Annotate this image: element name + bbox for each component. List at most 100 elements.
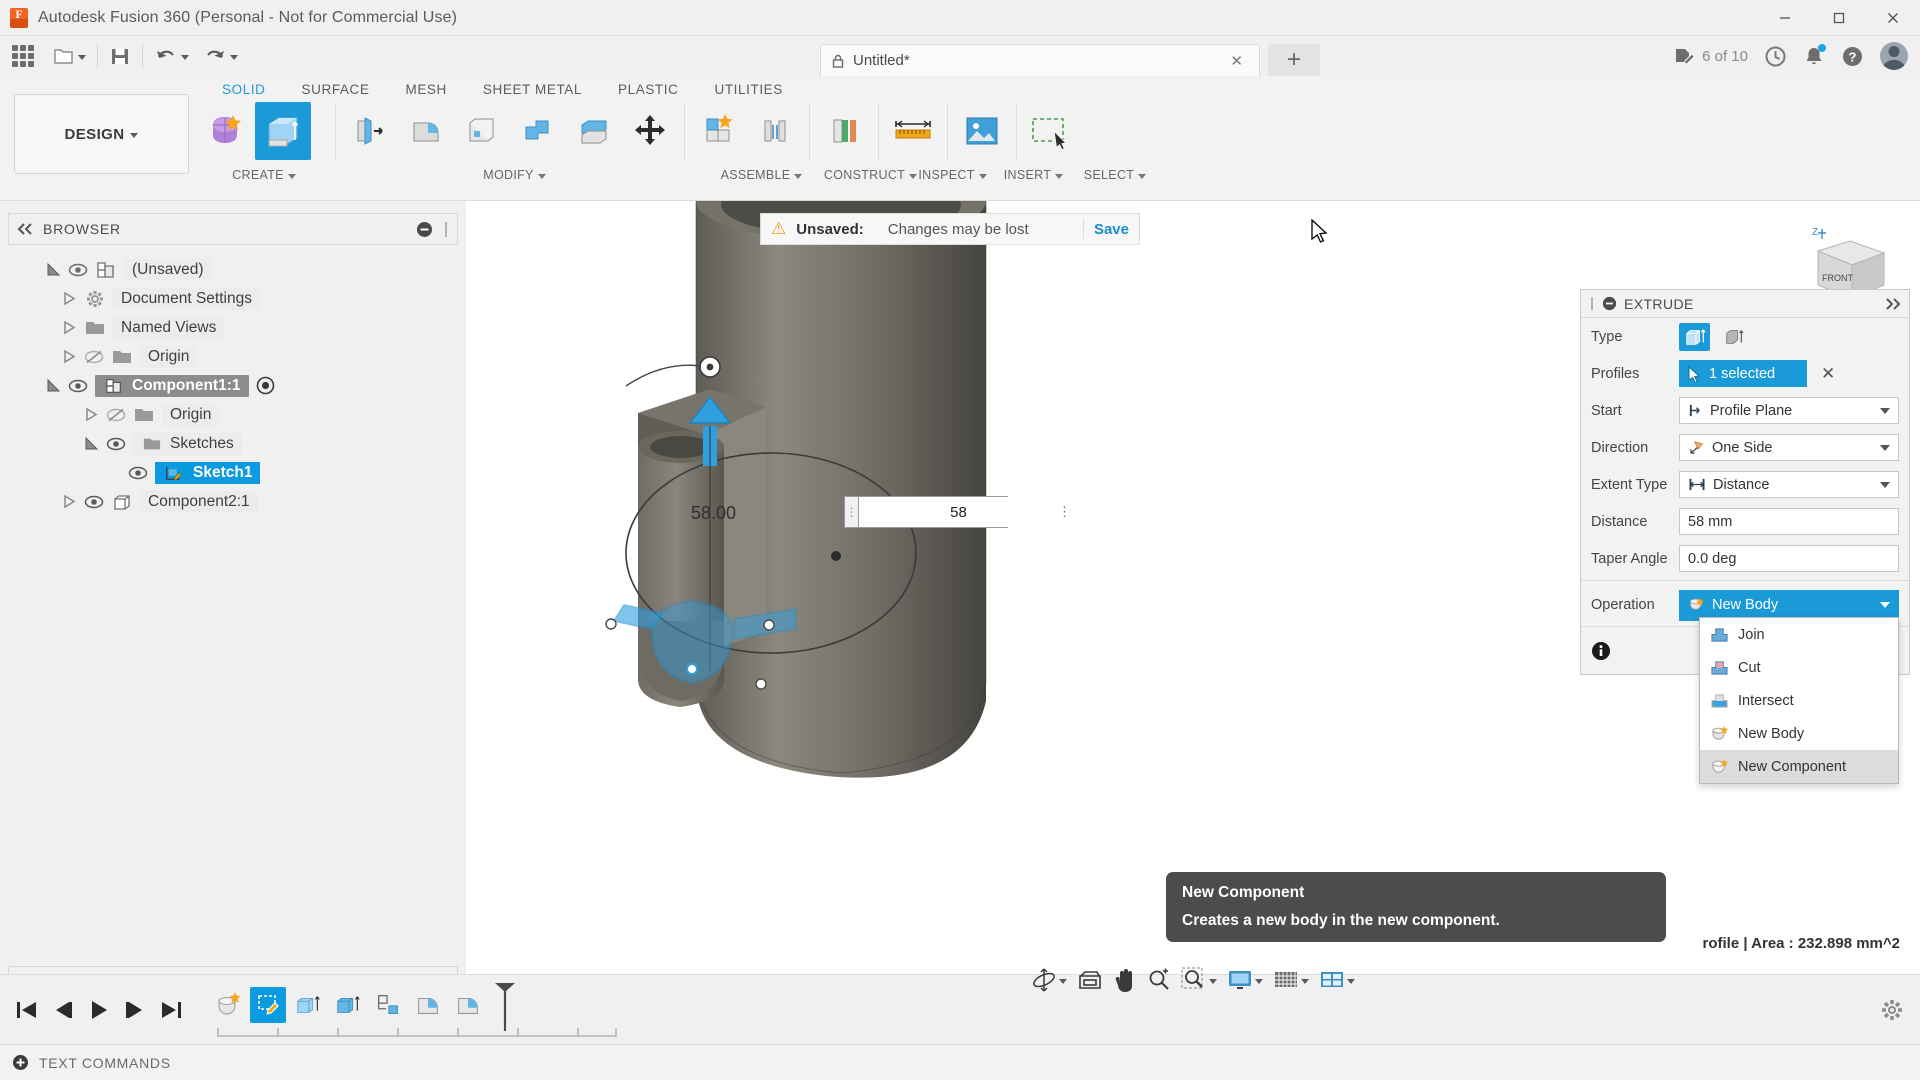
save-button[interactable] xyxy=(102,36,138,76)
timeline-settings-gear-icon[interactable] xyxy=(1880,998,1904,1022)
timeline-feature-extrude-1[interactable] xyxy=(290,987,326,1023)
offset-plane-button[interactable] xyxy=(816,102,872,160)
go-to-start-icon[interactable] xyxy=(14,999,40,1021)
ribbon-group-label-assemble[interactable]: ASSEMBLE xyxy=(700,168,823,182)
insert-image-button[interactable] xyxy=(954,102,1010,160)
tree-node-component1[interactable]: Component1:1 xyxy=(8,371,458,400)
recent-clock-icon[interactable] xyxy=(1764,45,1787,68)
tree-node-unsaved[interactable]: (Unsaved) xyxy=(8,255,458,284)
press-pull-button[interactable] xyxy=(342,102,398,160)
twisty-closed-icon[interactable] xyxy=(62,349,77,364)
undo-button[interactable] xyxy=(147,36,196,76)
workspace-selector[interactable]: DESIGN xyxy=(14,94,189,174)
ribbon-tab-solid[interactable]: SOLID xyxy=(204,82,284,97)
help-icon[interactable]: ? xyxy=(1841,45,1864,68)
visibility-eye-icon[interactable] xyxy=(68,263,88,277)
ribbon-tab-sheet-metal[interactable]: SHEET METAL xyxy=(465,82,600,97)
visibility-eye-icon[interactable] xyxy=(84,495,104,509)
dimension-drag-grip[interactable]: ⋮ xyxy=(844,496,858,528)
twisty-closed-icon[interactable] xyxy=(62,494,77,509)
tree-node-origin-child[interactable]: Origin xyxy=(8,400,458,429)
operation-option-intersect[interactable]: Intersect xyxy=(1700,684,1898,717)
ribbon-tab-mesh[interactable]: MESH xyxy=(387,82,464,97)
info-icon[interactable] xyxy=(1591,641,1611,661)
fit-view-button[interactable] xyxy=(1073,963,1107,997)
timeline-end-marker[interactable] xyxy=(492,981,518,1033)
document-tab-close-button[interactable]: ✕ xyxy=(1224,50,1249,72)
twisty-closed-icon[interactable] xyxy=(62,291,77,306)
operation-option-new-component[interactable]: New Component xyxy=(1700,750,1898,783)
app-grid-menu-button[interactable] xyxy=(0,36,46,76)
step-back-icon[interactable] xyxy=(50,999,76,1021)
job-status-indicator[interactable]: 6 of 10 xyxy=(1674,46,1748,66)
minimize-button[interactable] xyxy=(1758,0,1812,36)
tree-node-component2[interactable]: Component2:1 xyxy=(8,487,458,516)
select-button[interactable] xyxy=(1023,102,1079,160)
document-tab[interactable]: Untitled* ✕ xyxy=(820,44,1260,76)
notifications-button[interactable] xyxy=(1803,43,1826,68)
redo-button[interactable] xyxy=(196,36,245,76)
expand-right-icon[interactable] xyxy=(1885,297,1901,310)
dimension-input-box[interactable]: ⋮ xyxy=(858,496,1071,528)
step-forward-icon[interactable] xyxy=(122,999,148,1021)
panel-resize-grip[interactable] xyxy=(443,221,449,238)
tree-node-document-settings[interactable]: Document Settings xyxy=(8,284,458,313)
ribbon-group-label-construct[interactable]: CONSTRUCT xyxy=(824,168,918,182)
text-commands-label[interactable]: TEXT COMMANDS xyxy=(39,1055,171,1071)
timeline-feature-move-copy[interactable] xyxy=(370,987,406,1023)
timeline-feature-fillet-2[interactable] xyxy=(450,987,486,1023)
display-settings-button[interactable] xyxy=(1223,963,1267,997)
create-sketch-button[interactable] xyxy=(199,102,255,160)
type-taper-button[interactable] xyxy=(1718,323,1749,351)
collapse-left-icon[interactable] xyxy=(17,223,33,235)
ribbon-group-label-select[interactable]: SELECT xyxy=(1080,168,1150,182)
profiles-clear-button[interactable]: ✕ xyxy=(1821,364,1835,384)
start-dropdown[interactable]: Profile Plane xyxy=(1679,397,1899,424)
dimension-input[interactable] xyxy=(859,497,1058,527)
tree-node-origin-root[interactable]: Origin xyxy=(8,342,458,371)
shell-button[interactable] xyxy=(454,102,510,160)
distance-input[interactable]: 58 mm xyxy=(1679,508,1899,535)
visibility-eye-icon[interactable] xyxy=(68,379,88,393)
timeline-feature-extrude-2[interactable] xyxy=(330,987,366,1023)
timeline-feature-fillet-1[interactable] xyxy=(410,987,446,1023)
go-to-end-icon[interactable] xyxy=(158,999,184,1021)
activate-component-icon[interactable] xyxy=(256,376,275,395)
viewports-button[interactable] xyxy=(1315,963,1359,997)
plus-circle-icon[interactable] xyxy=(12,1054,29,1071)
visibility-off-icon[interactable] xyxy=(84,350,104,364)
minus-circle-icon[interactable] xyxy=(416,221,433,238)
dimension-options-icon[interactable]: ⋮ xyxy=(1058,504,1072,520)
direction-dropdown[interactable]: One Side xyxy=(1679,434,1899,461)
joint-button[interactable] xyxy=(747,102,803,160)
ribbon-group-label-insert[interactable]: INSERT xyxy=(1000,168,1067,182)
operation-option-join[interactable]: Join xyxy=(1700,618,1898,651)
extent-type-dropdown[interactable]: Distance xyxy=(1679,471,1899,498)
grid-snaps-button[interactable] xyxy=(1269,963,1313,997)
orbit-button[interactable] xyxy=(1027,963,1071,997)
new-component-button[interactable] xyxy=(691,102,747,160)
twisty-closed-icon[interactable] xyxy=(84,407,99,422)
timeline-feature-new-component[interactable] xyxy=(210,987,246,1023)
zoom-window-button[interactable] xyxy=(1177,963,1221,997)
pan-button[interactable] xyxy=(1109,963,1141,997)
user-avatar[interactable] xyxy=(1880,42,1908,70)
visibility-eye-icon[interactable] xyxy=(128,466,148,480)
new-document-tab-button[interactable]: + xyxy=(1268,44,1320,76)
offset-face-button[interactable] xyxy=(566,102,622,160)
taper-angle-input[interactable]: 0.0 deg xyxy=(1679,545,1899,572)
visibility-off-icon[interactable] xyxy=(106,408,126,422)
fillet-button[interactable] xyxy=(398,102,454,160)
ribbon-group-label-create[interactable]: CREATE xyxy=(199,168,329,182)
visibility-eye-icon[interactable] xyxy=(106,437,126,451)
move-copy-button[interactable] xyxy=(622,102,678,160)
combine-button[interactable] xyxy=(510,102,566,160)
close-button[interactable] xyxy=(1866,0,1920,36)
file-menu-button[interactable] xyxy=(46,36,93,76)
minus-circle-icon[interactable] xyxy=(1602,296,1617,311)
ribbon-tab-utilities[interactable]: UTILITIES xyxy=(696,82,800,97)
operation-option-cut[interactable]: Cut xyxy=(1700,651,1898,684)
ribbon-group-label-inspect[interactable]: INSPECT xyxy=(918,168,987,182)
extrude-button[interactable] xyxy=(255,102,311,160)
ribbon-tab-plastic[interactable]: PLASTIC xyxy=(600,82,696,97)
